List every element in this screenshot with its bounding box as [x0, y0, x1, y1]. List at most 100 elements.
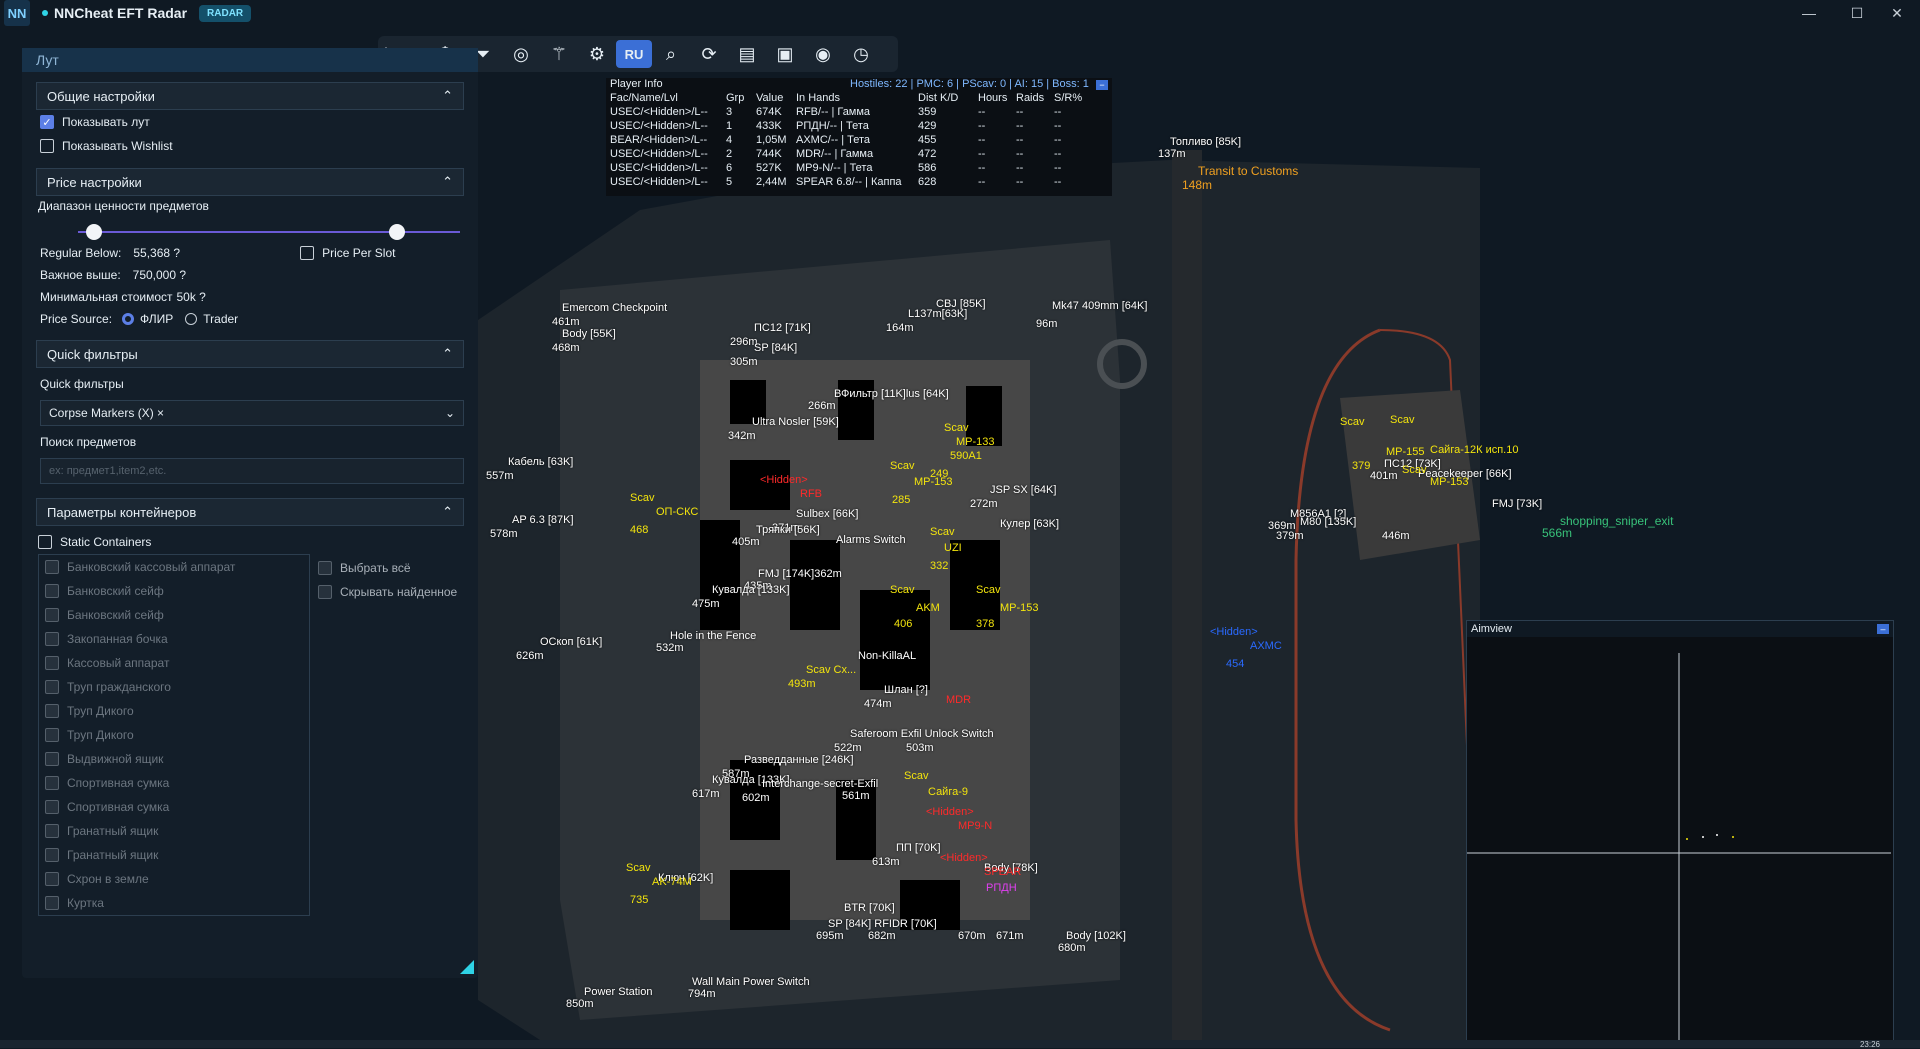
status-dot: [42, 10, 48, 16]
player-info-cell: 455: [918, 134, 937, 146]
container-checkbox[interactable]: [45, 824, 59, 838]
container-list-item[interactable]: Спортивная сумка: [39, 771, 309, 795]
container-label: Спортивная сумка: [67, 800, 170, 814]
container-checkbox[interactable]: [45, 680, 59, 694]
show-loot-label: Показывать лут: [62, 115, 150, 129]
container-list-item[interactable]: Спортивная сумка: [39, 795, 309, 819]
gear-icon[interactable]: ⚙: [578, 36, 616, 72]
player-info-cell: AXMC/-- | Тета: [796, 134, 871, 146]
static-containers-checkbox[interactable]: [38, 535, 52, 549]
player-info-cell: 744K: [756, 148, 782, 160]
hide-found-checkbox[interactable]: [318, 585, 332, 599]
container-list-item[interactable]: Банковский сейф: [39, 579, 309, 603]
section-price[interactable]: Price настройки ⌃: [36, 168, 464, 196]
container-checkbox[interactable]: [45, 752, 59, 766]
glasses-icon[interactable]: ◎: [502, 36, 540, 72]
show-loot-row[interactable]: ✓ Показывать лут: [40, 110, 478, 134]
player-info-cell: 2: [726, 148, 733, 160]
container-label: Схрон в земле: [67, 872, 149, 886]
container-checkbox[interactable]: [45, 608, 59, 622]
slider-knob-low[interactable]: [86, 224, 103, 240]
map-poi-label: SP [84K] RFIDR [70K]: [828, 918, 937, 930]
container-checkbox[interactable]: [45, 560, 59, 574]
map-poi-label: 475m: [692, 598, 720, 610]
container-checkbox[interactable]: [45, 584, 59, 598]
panel-title[interactable]: Лут: [22, 48, 478, 72]
quick-filter-select[interactable]: Corpse Markers (X) × ⌄: [40, 400, 464, 426]
container-checkbox[interactable]: [45, 848, 59, 862]
remove-chip-icon[interactable]: ×: [157, 406, 164, 420]
language-button[interactable]: RU: [616, 40, 652, 68]
container-list-item[interactable]: Труп гражданского: [39, 675, 309, 699]
container-list-item[interactable]: Труп Дикого: [39, 699, 309, 723]
static-containers-row[interactable]: Static Containers: [38, 530, 478, 554]
map-poi-label: 602m: [742, 792, 770, 804]
section-general[interactable]: Общие настройки ⌃: [36, 82, 464, 110]
containers-list[interactable]: Банковский кассовый аппарат Банковский се…: [38, 554, 310, 916]
select-all-row[interactable]: Выбрать всё Скрывать найденное: [318, 556, 457, 604]
container-checkbox[interactable]: [45, 872, 59, 886]
container-checkbox[interactable]: [45, 656, 59, 670]
map-poi-label: Тряпки [56K]: [756, 524, 820, 536]
minimize-button[interactable]: —: [1786, 0, 1832, 26]
container-checkbox[interactable]: [45, 704, 59, 718]
container-checkbox[interactable]: [45, 896, 59, 910]
container-list-item[interactable]: Банковский сейф: [39, 603, 309, 627]
highway: [1172, 150, 1202, 1040]
clock-icon[interactable]: ◷: [842, 36, 880, 72]
show-wishlist-checkbox[interactable]: [40, 139, 54, 153]
close-button[interactable]: ✕: [1874, 0, 1920, 26]
map-poi-label: Кувалда [133K]: [712, 584, 790, 596]
scav-label: 406: [894, 618, 913, 630]
wand-icon[interactable]: ⚚: [540, 36, 578, 72]
section-containers[interactable]: Параметры контейнеров ⌃: [36, 498, 464, 526]
container-list-item[interactable]: Закопанная бочка: [39, 627, 309, 651]
panel-resize-handle[interactable]: [460, 960, 474, 974]
map-icon[interactable]: ▤: [728, 36, 766, 72]
player-info-cell: --: [978, 134, 986, 146]
bottom-bar: [0, 1040, 1920, 1048]
container-list-item[interactable]: Гранатный ящик: [39, 843, 309, 867]
map-poi-label: Hole in the Fence: [670, 630, 757, 642]
scav-label: Scav: [626, 862, 651, 874]
scav-label: UZI: [944, 542, 962, 554]
aimview-collapse-button[interactable]: –: [1877, 624, 1889, 634]
container-list-item[interactable]: Кассовый аппарат: [39, 651, 309, 675]
search-icon[interactable]: ⌕: [652, 36, 690, 72]
slider-knob-high[interactable]: [389, 224, 406, 240]
show-wishlist-row[interactable]: Показывать Wishlist: [40, 134, 478, 158]
player-info-cell: 1,05M: [756, 134, 787, 146]
source-trader-radio[interactable]: [185, 313, 198, 325]
map-poi-label: 272m: [970, 498, 998, 510]
container-label: Труп Дикого: [67, 704, 134, 718]
exfil-label: 148m: [1182, 178, 1213, 192]
hostile-label: <Hidden>: [940, 852, 988, 864]
container-checkbox[interactable]: [45, 776, 59, 790]
price-per-slot-checkbox[interactable]: [300, 246, 315, 260]
source-flea-radio[interactable]: [122, 313, 135, 325]
container-list-item[interactable]: Труп Дикого: [39, 723, 309, 747]
player-info-cell: 6: [726, 162, 733, 174]
eye-icon[interactable]: ◉: [804, 36, 842, 72]
container-list-item[interactable]: Куртка: [39, 891, 309, 915]
show-loot-checkbox[interactable]: ✓: [40, 115, 54, 129]
player-info-summary: Hostiles: 22 | PMC: 6 | PScav: 0 | AI: 1…: [850, 78, 1089, 90]
map-poi-label: 670m: [958, 930, 986, 942]
player-info-cell: 433K: [756, 120, 782, 132]
quick-filter-chip: Corpse Markers (X): [49, 406, 154, 420]
container-list-item[interactable]: Схрон в земле: [39, 867, 309, 891]
container-list-item[interactable]: Гранатный ящик: [39, 819, 309, 843]
price-range-slider[interactable]: [78, 222, 460, 242]
container-checkbox[interactable]: [45, 632, 59, 646]
refresh-icon[interactable]: ⟳: [690, 36, 728, 72]
container-list-item[interactable]: Выдвижной ящик: [39, 747, 309, 771]
search-items-input[interactable]: ex: предмет1,item2,etc.: [40, 458, 464, 484]
select-all-checkbox[interactable]: [318, 561, 332, 575]
section-quick[interactable]: Quick фильтры ⌃: [36, 340, 464, 368]
min-cost-row[interactable]: Минимальная стоимост 50k ?: [40, 286, 478, 308]
container-checkbox[interactable]: [45, 800, 59, 814]
player-info-collapse-button[interactable]: −: [1096, 80, 1108, 90]
container-list-item[interactable]: Банковский кассовый аппарат: [39, 555, 309, 579]
container-checkbox[interactable]: [45, 728, 59, 742]
archive-icon[interactable]: ▣: [766, 36, 804, 72]
